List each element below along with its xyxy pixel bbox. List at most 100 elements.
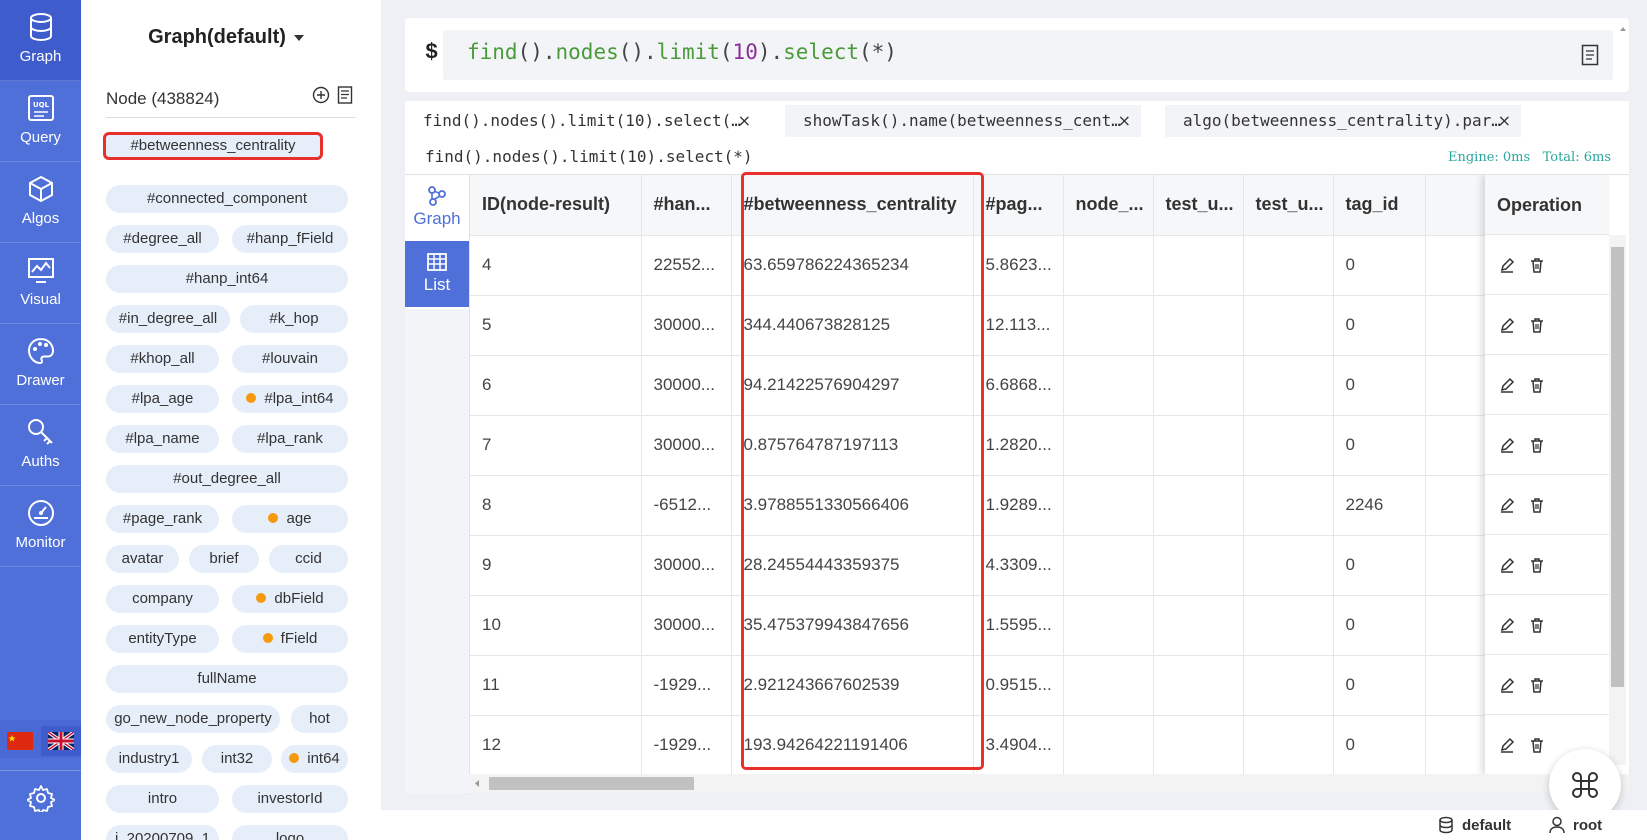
delete-icon[interactable] — [1529, 737, 1545, 753]
property-tag[interactable]: brief — [189, 545, 259, 573]
property-tag[interactable]: #degree_all — [106, 225, 219, 253]
settings-button[interactable] — [0, 770, 81, 824]
status-user[interactable]: root — [1549, 816, 1602, 834]
document-icon[interactable] — [337, 86, 353, 104]
table-row[interactable]: 4 22552... 63.659786224365234 5.8623... 0 — [470, 235, 1486, 296]
nav-item-auths[interactable]: Auths — [0, 405, 81, 486]
property-tag[interactable]: entityType — [106, 625, 219, 653]
delete-icon[interactable] — [1529, 257, 1545, 273]
nav-item-query[interactable]: UQL Query — [0, 81, 81, 162]
status-database[interactable]: default — [1438, 816, 1511, 834]
close-icon[interactable]: × — [1498, 105, 1511, 137]
property-tag[interactable]: #connected_component — [106, 185, 348, 213]
horizontal-scrollbar[interactable] — [469, 774, 1629, 793]
delete-icon[interactable] — [1529, 557, 1545, 573]
property-tag[interactable]: dbField — [232, 585, 348, 613]
column-header[interactable]: #pag... — [973, 175, 1064, 236]
property-tag[interactable]: hot — [291, 705, 348, 733]
property-tag[interactable]: #louvain — [232, 345, 348, 373]
column-header[interactable]: test_u... — [1243, 175, 1334, 236]
china-flag-icon[interactable] — [0, 726, 40, 756]
result-tab[interactable]: algo(betweenness_centrality).params() × — [1165, 105, 1521, 137]
property-tag[interactable]: #lpa_name — [106, 425, 219, 453]
scrollbar-thumb[interactable] — [489, 777, 694, 790]
edit-icon[interactable] — [1499, 617, 1515, 633]
edit-icon[interactable] — [1499, 377, 1515, 393]
edit-icon[interactable] — [1499, 437, 1515, 453]
property-tag[interactable]: #lpa_int64 — [232, 385, 348, 413]
property-tag[interactable]: int32 — [202, 745, 272, 773]
property-tag[interactable]: fField — [232, 625, 348, 653]
property-tag[interactable]: #betweenness_centrality — [103, 132, 323, 160]
query-input[interactable]: find().nodes().limit(10).select(*) — [443, 30, 1613, 80]
table-row[interactable]: 7 30000... 0.875764787197113 1.2820... 0 — [470, 415, 1486, 476]
edit-icon[interactable] — [1499, 557, 1515, 573]
property-tag[interactable]: #page_rank — [106, 505, 219, 533]
property-tag[interactable]: #khop_all — [106, 345, 219, 373]
table-row[interactable]: 11 -1929... 2.921243667602539 0.9515... 0 — [470, 655, 1486, 716]
property-tag[interactable]: ccid — [269, 545, 348, 573]
property-tag[interactable]: company — [106, 585, 219, 613]
close-icon[interactable]: × — [1118, 105, 1131, 137]
edit-icon[interactable] — [1499, 317, 1515, 333]
column-header[interactable]: node_... — [1063, 175, 1154, 236]
view-graph-button[interactable]: Graph — [405, 175, 469, 241]
property-tag[interactable]: fullName — [106, 665, 348, 693]
delete-icon[interactable] — [1529, 497, 1545, 513]
property-tag[interactable]: i_20200709_1 — [106, 825, 219, 840]
property-tag[interactable]: #lpa_age — [106, 385, 219, 413]
table-row[interactable]: 8 -6512... 3.9788551330566406 1.9289... 2246 — [470, 475, 1486, 536]
result-tab[interactable]: find().nodes().limit(10).select(*) × — [405, 105, 761, 137]
column-header[interactable]: test_u... — [1153, 175, 1244, 236]
edit-icon[interactable] — [1499, 737, 1515, 753]
delete-icon[interactable] — [1529, 617, 1545, 633]
table-row[interactable]: 6 30000... 94.21422576904297 6.6868... 0 — [470, 355, 1486, 416]
nav-item-graph[interactable]: Graph — [0, 0, 81, 81]
delete-icon[interactable] — [1529, 317, 1545, 333]
delete-icon[interactable] — [1529, 677, 1545, 693]
graph-selector[interactable]: Graph(default) — [81, 26, 371, 49]
property-tag[interactable]: int64 — [281, 745, 348, 773]
delete-icon[interactable] — [1529, 377, 1545, 393]
table-row[interactable]: 10 30000... 35.475379943847656 1.5595... 0 — [470, 595, 1486, 656]
property-tag[interactable]: #lpa_rank — [232, 425, 348, 453]
nav-item-monitor[interactable]: Monitor — [0, 486, 81, 567]
edit-icon[interactable] — [1499, 677, 1515, 693]
document-icon[interactable] — [1581, 44, 1599, 66]
scrollbar-thumb[interactable] — [1611, 247, 1624, 687]
nav-item-visual[interactable]: Visual — [0, 243, 81, 324]
table-row[interactable]: 9 30000... 28.24554443359375 4.3309... 0 — [470, 535, 1486, 596]
property-tag[interactable]: go_new_node_property — [106, 705, 280, 733]
property-tag[interactable]: avatar — [106, 545, 179, 573]
close-icon[interactable]: × — [738, 105, 751, 137]
view-list-button[interactable]: List — [405, 241, 469, 307]
table-row[interactable]: 12 -1929... 193.94264221191406 3.4904... 0 — [470, 715, 1486, 776]
add-circle-icon[interactable] — [312, 86, 330, 104]
vertical-scrollbar[interactable] — [1609, 235, 1626, 765]
property-tag[interactable]: #in_degree_all — [106, 305, 230, 333]
edit-icon[interactable] — [1499, 497, 1515, 513]
edit-icon[interactable] — [1499, 257, 1515, 273]
property-tag[interactable]: #out_degree_all — [106, 465, 348, 493]
property-tag[interactable]: logo — [232, 825, 348, 840]
uk-flag-icon[interactable] — [41, 726, 81, 756]
result-tab[interactable]: showTask().name(betweenness_centrality)× — [785, 105, 1141, 137]
scroll-left-icon[interactable] — [473, 779, 481, 788]
property-tag[interactable]: age — [232, 505, 348, 533]
nav-item-drawer[interactable]: Drawer — [0, 324, 81, 405]
column-header[interactable]: #betweenness_centrality — [731, 175, 974, 236]
delete-icon[interactable] — [1529, 437, 1545, 453]
property-tag[interactable]: investorId — [232, 785, 348, 813]
property-tag[interactable]: #hanp_int64 — [106, 265, 348, 293]
column-header[interactable]: tag_id — [1333, 175, 1426, 236]
property-tag[interactable]: #k_hop — [240, 305, 348, 333]
nav-item-algos[interactable]: Algos — [0, 162, 81, 243]
scroll-up-icon[interactable] — [1619, 24, 1627, 34]
property-tag[interactable]: #hanp_fField — [232, 225, 348, 253]
column-header[interactable]: ID(node-result) — [470, 175, 642, 236]
column-header[interactable] — [1425, 175, 1486, 236]
table-row[interactable]: 5 30000... 344.440673828125 12.113... 0 — [470, 295, 1486, 356]
column-header[interactable]: #han... — [641, 175, 732, 236]
property-tag[interactable]: industry1 — [106, 745, 192, 773]
property-tag[interactable]: intro — [106, 785, 219, 813]
